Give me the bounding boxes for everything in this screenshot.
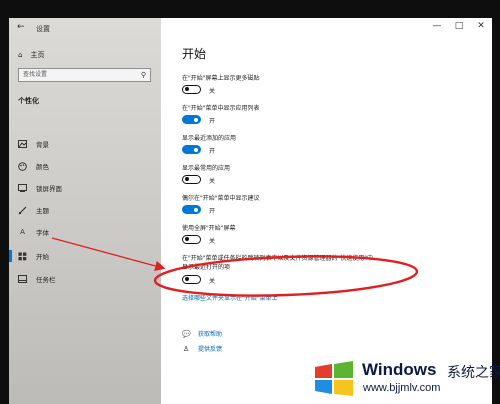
option-label-recent-items-line2: 显示最近打开的项	[182, 264, 231, 271]
toggle-full-screen[interactable]	[182, 235, 201, 244]
home-nav-item[interactable]: ⌂ 主页	[18, 50, 44, 60]
toggle-recent-items[interactable]	[182, 275, 201, 284]
app-title: 设置	[36, 25, 50, 33]
settings-window: ⌂ 主页 查找设置 ⚲ 个性化 背景 颜色 锁屏界面 主题 A 字体 开始 任务…	[9, 18, 492, 404]
section-title: 个性化	[18, 97, 39, 105]
search-placeholder: 查找设置	[23, 71, 48, 78]
feedback-label: 提供反馈	[198, 346, 223, 353]
lock-screen-icon	[18, 184, 27, 193]
home-label: 主页	[30, 51, 45, 59]
brush-icon	[18, 206, 27, 215]
sidebar-item-label: 任务栏	[36, 276, 56, 284]
main-content: 开始 在"开始"屏幕上显示更多磁贴 关 在"开始"菜单中显示应用列表 开 显示最…	[161, 18, 492, 404]
toggle-state-text: 关	[209, 278, 216, 285]
feedback-person-icon: ♙	[182, 344, 190, 353]
option-label-recently-added: 显示最近添加的应用	[182, 135, 237, 142]
toggle-knob	[194, 117, 198, 122]
watermark-url: www.bjjmlv.com	[363, 382, 441, 394]
option-label-recent-items-line1: 在"开始"菜单或任务栏的跳转列表中以及文件资源管理器的"快速使用"中	[182, 255, 374, 262]
home-icon: ⌂	[18, 51, 23, 59]
sidebar-item-label: 主题	[36, 207, 49, 215]
sidebar-item-label: 锁屏界面	[36, 185, 62, 193]
toggle-suggestions[interactable]	[182, 205, 201, 214]
start-icon	[18, 252, 27, 261]
toggle-knob	[194, 207, 198, 212]
get-help-link[interactable]: 💬 获取帮助	[182, 329, 223, 339]
toggle-knob	[185, 87, 189, 91]
option-label-app-list: 在"开始"菜单中显示应用列表	[182, 105, 260, 112]
back-arrow-icon[interactable]: ←	[17, 22, 25, 32]
palette-icon	[18, 161, 27, 171]
toggle-knob	[185, 237, 189, 241]
sidebar-item-fonts[interactable]: A 字体	[9, 221, 161, 243]
sidebar-item-background[interactable]: 背景	[9, 133, 161, 155]
sidebar-item-colors[interactable]: 颜色	[9, 155, 161, 177]
sidebar-item-label: 字体	[36, 229, 49, 237]
font-icon: A	[20, 228, 25, 236]
toggle-state-text: 关	[209, 238, 216, 245]
toggle-state-text: 开	[209, 148, 216, 155]
sidebar: ⌂ 主页 查找设置 ⚲ 个性化 背景 颜色 锁屏界面 主题 A 字体 开始 任务…	[9, 18, 161, 404]
taskbar-icon	[18, 275, 27, 284]
search-input[interactable]: 查找设置 ⚲	[18, 68, 151, 82]
sidebar-item-taskbar[interactable]: 任务栏	[9, 268, 161, 290]
get-help-label: 获取帮助	[198, 331, 223, 338]
sidebar-item-themes[interactable]: 主题	[9, 199, 161, 221]
toggle-most-used[interactable]	[182, 175, 201, 184]
toggle-knob	[185, 277, 189, 281]
feedback-link[interactable]: ♙ 提供反馈	[182, 344, 223, 354]
toggle-state-text: 开	[209, 118, 216, 125]
sidebar-item-lock-screen[interactable]: 锁屏界面	[9, 177, 161, 199]
toggle-state-text: 关	[209, 178, 216, 185]
sidebar-item-start[interactable]: 开始	[9, 245, 161, 267]
windows-logo-icon	[315, 361, 353, 396]
option-label-most-used: 显示最常用的应用	[182, 165, 231, 172]
page-title: 开始	[182, 47, 207, 61]
toggle-state-text: 关	[209, 88, 216, 95]
option-label-full-screen: 使用全屏"开始"屏幕	[182, 225, 236, 232]
option-label-suggestions: 偶尔在"开始"菜单中显示建议	[182, 195, 260, 202]
toggle-knob	[185, 177, 189, 181]
picture-icon	[18, 140, 27, 149]
search-icon[interactable]: ⚲	[141, 69, 146, 81]
toggle-state-text: 开	[209, 208, 216, 215]
watermark-brand-cn: 系统之家	[447, 365, 500, 381]
sidebar-item-label: 开始	[36, 253, 49, 261]
toggle-recently-added[interactable]	[182, 145, 201, 154]
toggle-more-tiles[interactable]	[182, 85, 201, 94]
option-label-more-tiles: 在"开始"屏幕上显示更多磁贴	[182, 75, 260, 82]
help-chat-icon: 💬	[182, 329, 191, 338]
watermark-brand: Windows	[362, 360, 437, 379]
toggle-knob	[194, 147, 198, 152]
sidebar-item-label: 颜色	[36, 163, 49, 171]
choose-folders-link[interactable]: 选择哪些文件夹显示在"开始"菜单上	[182, 293, 278, 302]
toggle-app-list[interactable]	[182, 115, 201, 124]
sidebar-item-label: 背景	[36, 141, 49, 149]
